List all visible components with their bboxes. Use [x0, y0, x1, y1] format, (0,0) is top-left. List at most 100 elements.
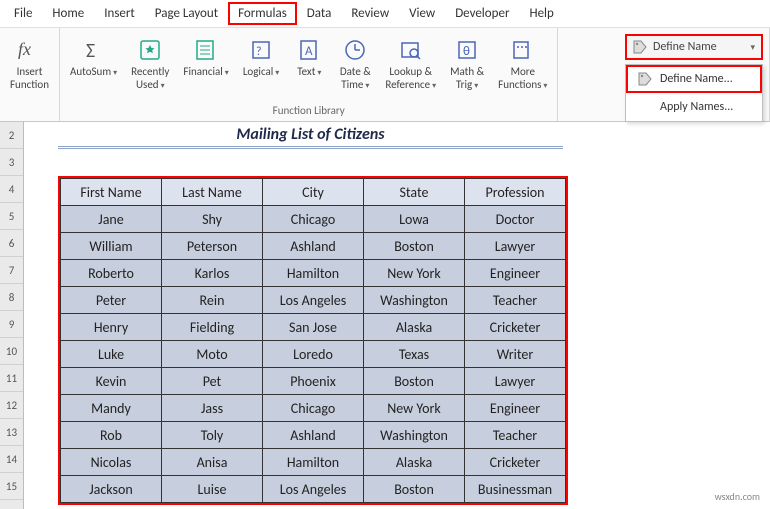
table-cell[interactable]: Los Angeles — [263, 476, 364, 503]
table-cell[interactable]: Loredo — [263, 341, 364, 368]
row-header[interactable]: 5 — [0, 203, 23, 230]
financial-button[interactable]: Financial▾ — [177, 34, 234, 81]
define-name-menu-item[interactable]: Define Name... — [626, 65, 762, 93]
more-functions-button[interactable]: More Functions▾ — [492, 34, 553, 93]
table-cell[interactable]: Boston — [364, 476, 465, 503]
table-cell[interactable]: Lawyer — [465, 233, 566, 260]
column-header[interactable]: First Name — [61, 179, 162, 206]
table-cell[interactable]: San Jose — [263, 314, 364, 341]
table-cell[interactable]: Cricketer — [465, 449, 566, 476]
row-header[interactable]: 14 — [0, 446, 23, 473]
menubar-item-developer[interactable]: Developer — [445, 2, 519, 25]
row-header[interactable]: 9 — [0, 311, 23, 338]
table-cell[interactable]: Lawyer — [465, 368, 566, 395]
table-cell[interactable]: Peter — [61, 287, 162, 314]
menubar-item-help[interactable]: Help — [519, 2, 563, 25]
table-cell[interactable]: Moto — [162, 341, 263, 368]
datetime-button[interactable]: Date & Time▾ — [333, 34, 377, 93]
table-cell[interactable]: Writer — [465, 341, 566, 368]
worksheet-grid: 23456789101112131415 Mailing List of Cit… — [0, 122, 770, 509]
table-cell[interactable]: Engineer — [465, 260, 566, 287]
table-cell[interactable]: Washington — [364, 422, 465, 449]
table-cell[interactable]: Ashland — [263, 233, 364, 260]
table-cell[interactable]: Businessman — [465, 476, 566, 503]
table-cell[interactable]: Mandy — [61, 395, 162, 422]
table-cell[interactable]: Ashland — [263, 422, 364, 449]
menubar-item-page-layout[interactable]: Page Layout — [145, 2, 228, 25]
table-cell[interactable]: New York — [364, 395, 465, 422]
row-header[interactable]: 15 — [0, 473, 23, 500]
table-cell[interactable]: Kevin — [61, 368, 162, 395]
table-cell[interactable]: Luise — [162, 476, 263, 503]
row-header[interactable]: 13 — [0, 419, 23, 446]
lookup-button[interactable]: Lookup & Reference▾ — [379, 34, 442, 93]
table-cell[interactable]: Texas — [364, 341, 465, 368]
table-cell[interactable]: Luke — [61, 341, 162, 368]
table-cell[interactable]: Hamilton — [263, 260, 364, 287]
row-header[interactable]: 6 — [0, 230, 23, 257]
table-cell[interactable]: New York — [364, 260, 465, 287]
table-cell[interactable]: Fielding — [162, 314, 263, 341]
apply-names-menu-item[interactable]: Apply Names... — [626, 93, 762, 121]
table-cell[interactable]: Rob — [61, 422, 162, 449]
row-header[interactable]: 7 — [0, 257, 23, 284]
table-cell[interactable]: Jackson — [61, 476, 162, 503]
table-cell[interactable]: Washington — [364, 287, 465, 314]
math-button[interactable]: θ Math & Trig▾ — [444, 34, 490, 93]
recently-used-button[interactable]: Recently Used▾ — [125, 34, 175, 93]
define-name-split-button[interactable]: Define Name ▾ — [625, 34, 763, 60]
text-button[interactable]: A Text▾ — [287, 34, 331, 81]
table-cell[interactable]: Cricketer — [465, 314, 566, 341]
menubar-item-insert[interactable]: Insert — [94, 2, 145, 25]
table-cell[interactable]: Roberto — [61, 260, 162, 287]
table-cell[interactable]: Henry — [61, 314, 162, 341]
table-cell[interactable]: Los Angeles — [263, 287, 364, 314]
menubar-item-file[interactable]: File — [4, 2, 42, 25]
table-row: JacksonLuiseLos AngelesBostonBusinessman — [61, 476, 566, 503]
row-header[interactable]: 4 — [0, 176, 23, 203]
table-cell[interactable]: Alaska — [364, 314, 465, 341]
column-header[interactable]: City — [263, 179, 364, 206]
menubar-item-home[interactable]: Home — [42, 2, 94, 25]
table-cell[interactable]: Pet — [162, 368, 263, 395]
table-cell[interactable]: Nicolas — [61, 449, 162, 476]
row-header[interactable]: 11 — [0, 365, 23, 392]
menubar-item-view[interactable]: View — [399, 2, 445, 25]
column-header[interactable]: State — [364, 179, 465, 206]
insert-function-button[interactable]: fx Insert Function — [4, 34, 55, 93]
table-cell[interactable]: Peterson — [162, 233, 263, 260]
logical-button[interactable]: ? Logical▾ — [237, 34, 286, 81]
menubar-item-review[interactable]: Review — [341, 2, 399, 25]
table-cell[interactable]: Teacher — [465, 287, 566, 314]
table-cell[interactable]: Lowa — [364, 206, 465, 233]
table-cell[interactable]: Anisa — [162, 449, 263, 476]
column-header[interactable]: Profession — [465, 179, 566, 206]
table-cell[interactable]: Alaska — [364, 449, 465, 476]
table-cell[interactable]: Chicago — [263, 395, 364, 422]
row-header[interactable]: 8 — [0, 284, 23, 311]
menubar-item-formulas[interactable]: Formulas — [228, 2, 297, 25]
table-cell[interactable]: Boston — [364, 233, 465, 260]
row-header[interactable]: 3 — [0, 149, 23, 176]
row-header[interactable]: 12 — [0, 392, 23, 419]
table-cell[interactable]: Karlos — [162, 260, 263, 287]
column-header[interactable]: Last Name — [162, 179, 263, 206]
table-cell[interactable]: Doctor — [465, 206, 566, 233]
table-cell[interactable]: Toly — [162, 422, 263, 449]
table-cell[interactable]: Teacher — [465, 422, 566, 449]
table-cell[interactable]: Boston — [364, 368, 465, 395]
table-cell[interactable]: Phoenix — [263, 368, 364, 395]
table-cell[interactable]: Jane — [61, 206, 162, 233]
menubar-item-data[interactable]: Data — [297, 2, 342, 25]
autosum-button[interactable]: Σ AutoSum▾ — [64, 34, 123, 81]
table-cell[interactable]: Jass — [162, 395, 263, 422]
table-cell[interactable]: Shy — [162, 206, 263, 233]
row-header[interactable]: 2 — [0, 122, 23, 149]
table-cell[interactable]: Engineer — [465, 395, 566, 422]
table-cell[interactable]: Hamilton — [263, 449, 364, 476]
row-header[interactable]: 10 — [0, 338, 23, 365]
citizens-table[interactable]: First NameLast NameCityStateProfession J… — [60, 178, 566, 503]
table-cell[interactable]: Chicago — [263, 206, 364, 233]
table-cell[interactable]: Rein — [162, 287, 263, 314]
table-cell[interactable]: William — [61, 233, 162, 260]
